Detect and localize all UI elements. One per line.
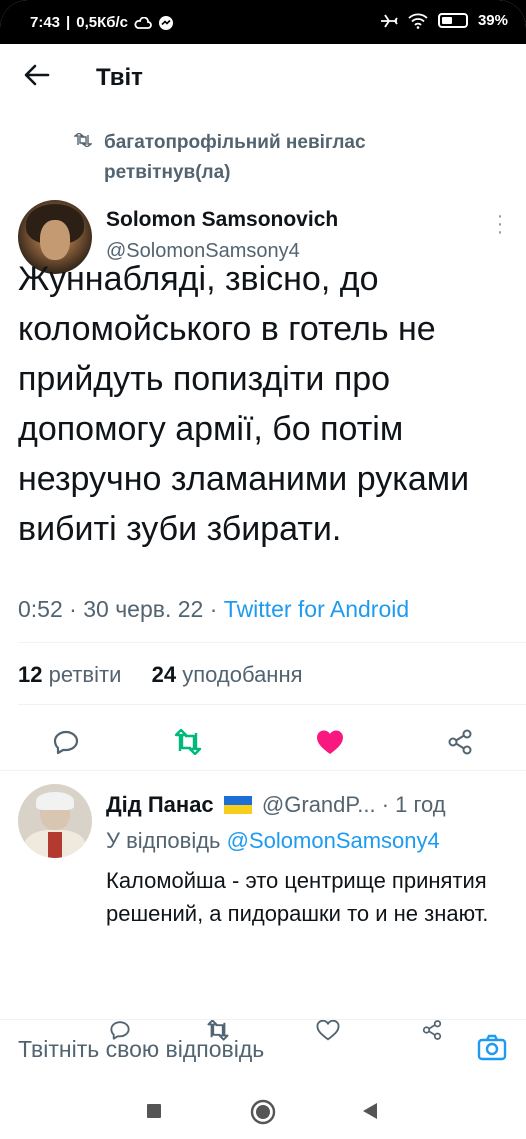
camera-icon[interactable]	[476, 1032, 508, 1064]
tweet-actions	[0, 722, 526, 762]
airplane-icon	[380, 14, 398, 27]
network-speed: 0,5Кб/с	[76, 14, 129, 31]
ukraine-flag-icon	[223, 796, 252, 814]
tweet-meta: 0:52 · 30 черв. 22 · Twitter for Android	[18, 596, 410, 622]
messenger-icon	[159, 15, 174, 30]
tweet-page: Твіт багатопрофільний невіглас ретвітнув…	[0, 44, 526, 1139]
arrow-left-icon[interactable]	[22, 60, 52, 95]
cloud-icon	[134, 16, 152, 29]
status-left: 7:43 | 0,5Кб/с	[30, 14, 174, 31]
likes-stat[interactable]: 24 уподобання	[152, 662, 303, 687]
circle-icon[interactable]	[250, 1099, 276, 1130]
reply-time: · 1 год	[381, 792, 446, 817]
status-right: 39%	[380, 12, 508, 29]
retweet-label: ретвітнув(ла)	[104, 162, 231, 183]
more-options-icon[interactable]: · · ·	[496, 206, 504, 242]
top-bar: Твіт	[0, 44, 526, 114]
like-filled-icon[interactable]	[310, 722, 350, 762]
retweets-stat[interactable]: 12 ретвіти	[18, 662, 121, 687]
retweeter-name: багатопрофільний невіглас	[104, 132, 366, 153]
phone-screen: 7:43 | 0,5Кб/с 39% Твіт багатопрофільний…	[0, 0, 526, 1139]
reply-author-handle[interactable]: @GrandP...	[262, 792, 376, 817]
divider	[18, 704, 526, 705]
reply-text: Каломойша - это центрище принятия решени…	[106, 868, 489, 926]
system-nav-bar	[0, 1081, 526, 1139]
reply-header: Дід Панас @GrandP... · 1 год	[106, 792, 446, 818]
replying-to: У відповідь @SolomonSamsony4	[106, 828, 440, 853]
status-time: 7:43	[30, 14, 61, 31]
reply-icon[interactable]	[46, 722, 86, 762]
retweet-icon	[72, 128, 104, 158]
reply-composer[interactable]: Твітніть свою відповідь	[0, 1019, 526, 1081]
status-bar: 7:43 | 0,5Кб/с 39%	[0, 0, 526, 44]
tweet-stats: 12 ретвіти 24 уподобання	[18, 662, 303, 688]
back-triangle-icon[interactable]	[362, 1102, 378, 1125]
tweet-text: Жуннабляді, звісно, до коломойського в г…	[18, 260, 470, 548]
battery-icon	[437, 13, 468, 28]
tweet-time: 0:52	[18, 596, 63, 622]
tweet-date: 30 черв. 22	[83, 596, 204, 622]
battery-level: 39%	[477, 12, 508, 29]
reply-input[interactable]: Твітніть свою відповідь	[18, 1036, 264, 1063]
author-name[interactable]: Solomon Samsonovich	[106, 208, 338, 232]
retweet-context[interactable]: багатопрофільний невіглас ретвітнув(ла)	[72, 128, 366, 188]
share-icon[interactable]	[440, 722, 480, 762]
retweet-button-icon[interactable]	[168, 722, 208, 762]
tweet-source[interactable]: Twitter for Android	[224, 596, 409, 622]
wifi-icon	[408, 13, 428, 29]
reply-author-name[interactable]: Дід Панас	[106, 792, 214, 817]
replying-to-handle[interactable]: @SolomonSamsony4	[227, 828, 440, 853]
avatar[interactable]	[18, 784, 92, 858]
divider	[18, 642, 526, 643]
divider	[0, 770, 526, 771]
page-title: Твіт	[96, 64, 143, 91]
square-icon[interactable]	[146, 1103, 162, 1124]
